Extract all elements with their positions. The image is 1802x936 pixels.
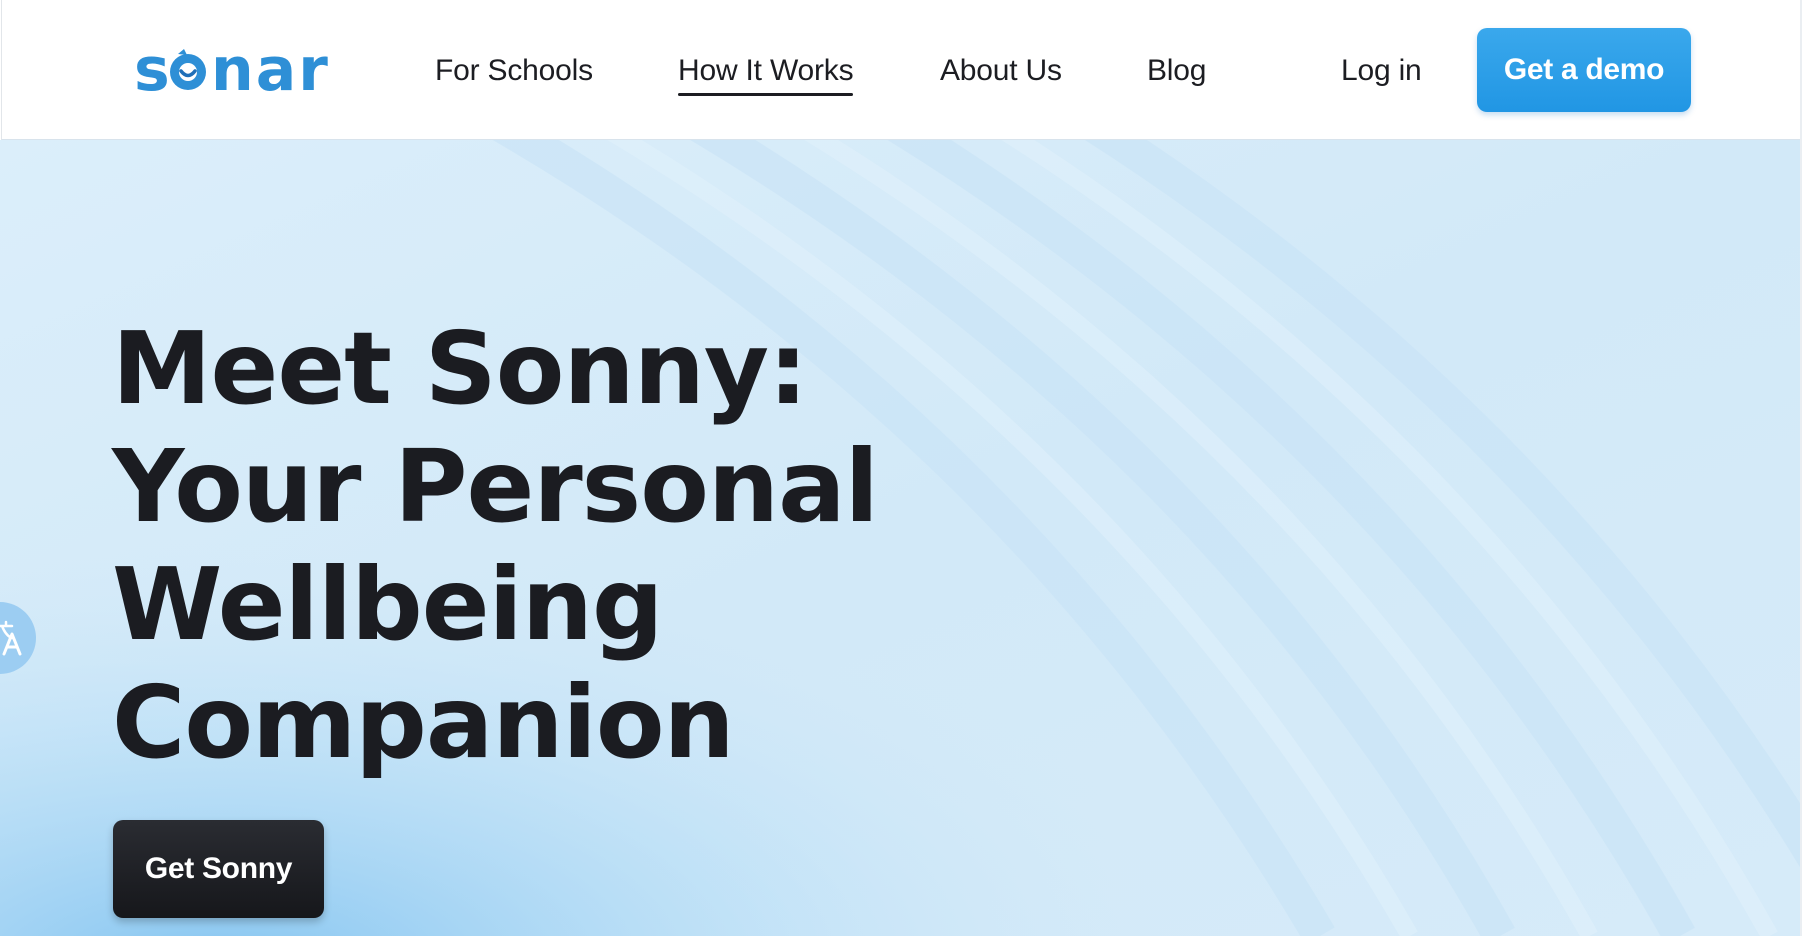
sonar-logo-icon: s nar [134, 40, 330, 102]
hero-title-line: Companion [112, 664, 735, 781]
nav-blog[interactable]: Blog [1147, 50, 1206, 92]
get-sonny-button[interactable]: Get Sonny [113, 820, 324, 918]
svg-text:s: s [134, 40, 172, 102]
page: s nar For Schools How It Works About Us … [0, 0, 1802, 936]
hero-title-line: Wellbeing [112, 546, 664, 663]
hero-section: Meet Sonny: Your Personal Wellbeing Comp… [0, 140, 1800, 936]
nav-for-schools[interactable]: For Schools [435, 50, 593, 92]
svg-text:nar: nar [211, 40, 330, 102]
sonar-logo[interactable]: s nar [134, 40, 334, 102]
nav-about-us[interactable]: About Us [940, 50, 1062, 92]
site-header: s nar For Schools How It Works About Us … [1, 0, 1800, 140]
nav-how-it-works[interactable]: How It Works [678, 50, 854, 96]
translate-icon [0, 620, 22, 656]
get-a-demo-button[interactable]: Get a demo [1477, 28, 1691, 112]
hero-title-line: Meet Sonny: [112, 310, 808, 427]
hero-title: Meet Sonny: Your Personal Wellbeing Comp… [112, 310, 879, 782]
login-link[interactable]: Log in [1341, 50, 1422, 92]
hero-title-line: Your Personal [112, 428, 879, 545]
